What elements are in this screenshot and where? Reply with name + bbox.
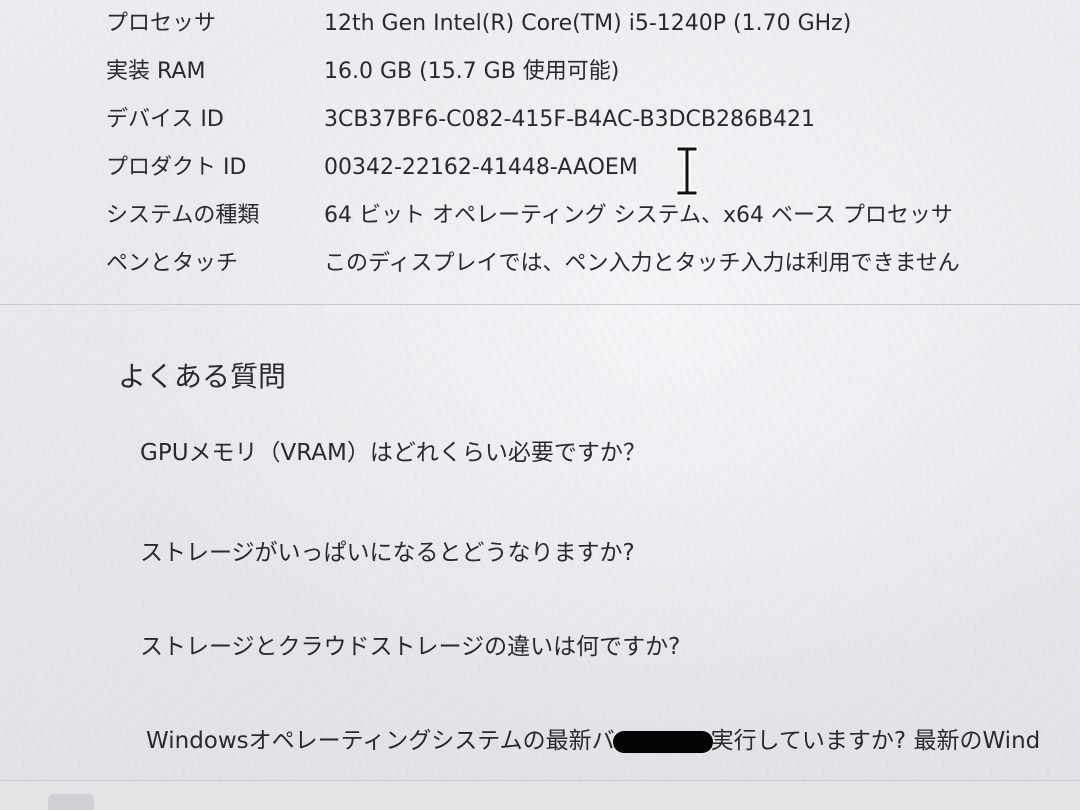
faq-item-gpu-memory[interactable]: GPUメモリ（VRAM）はどれくらい必要ですか？ bbox=[140, 428, 646, 478]
spec-value[interactable]: 64 ビット オペレーティング システム、x64 ベース プロセッサ bbox=[324, 192, 953, 240]
spec-value[interactable]: 00342-22162-41448-AAOEM bbox=[324, 144, 638, 192]
spec-row-processor: プロセッサ 12th Gen Intel(R) Core(TM) i5-1240… bbox=[0, 0, 1080, 48]
settings-screen: プロセッサ 12th Gen Intel(R) Core(TM) i5-1240… bbox=[0, 0, 1080, 810]
spec-row-product-id: プロダクト ID 00342-22162-41448-AAOEM bbox=[0, 144, 1080, 192]
spec-row-system-type: システムの種類 64 ビット オペレーティング システム、x64 ベース プロセ… bbox=[0, 192, 1080, 240]
faq-item-latest-windows[interactable]: Windowsオペレーティングシステムの最新バ 実行していますか? 最新のWind bbox=[146, 716, 1080, 766]
spec-value[interactable]: このディスプレイでは、ペン入力とタッチ入力は利用できません bbox=[324, 240, 960, 288]
partial-icon bbox=[48, 794, 94, 810]
spec-row-pen-touch: ペンとタッチ このディスプレイでは、ペン入力とタッチ入力は利用できません bbox=[0, 240, 1080, 288]
spec-row-device-id: デバイス ID 3CB37BF6-C082-415F-B4AC-B3DCB286… bbox=[0, 96, 1080, 144]
text-cursor-icon bbox=[676, 146, 698, 196]
faq-item-text-end: 実行していますか? 最新のWind bbox=[710, 728, 1041, 754]
device-specifications: プロセッサ 12th Gen Intel(R) Core(TM) i5-1240… bbox=[0, 0, 1080, 305]
faq-item-cloud-storage[interactable]: ストレージとクラウドストレージの違いは何ですか? bbox=[140, 622, 680, 672]
spec-label: システムの種類 bbox=[106, 203, 260, 228]
spec-value[interactable]: 16.0 GB (15.7 GB 使用可能) bbox=[324, 48, 619, 96]
spec-label: ペンとタッチ bbox=[106, 251, 239, 276]
spec-row-ram: 実装 RAM 16.0 GB (15.7 GB 使用可能) bbox=[0, 48, 1080, 96]
bottom-divider bbox=[0, 780, 1080, 810]
faq-heading: よくある質問 bbox=[118, 360, 287, 393]
spec-label: 実装 RAM bbox=[106, 59, 206, 84]
spec-value[interactable]: 3CB37BF6-C082-415F-B4AC-B3DCB286B421 bbox=[324, 96, 815, 144]
spec-label: プロダクト ID bbox=[106, 155, 247, 180]
spec-value[interactable]: 12th Gen Intel(R) Core(TM) i5-1240P (1.7… bbox=[324, 0, 851, 48]
spec-label: デバイス ID bbox=[106, 107, 224, 132]
redaction-mark bbox=[612, 730, 713, 753]
faq-item-storage-full[interactable]: ストレージがいっぱいになるとどうなりますか? bbox=[140, 528, 635, 578]
spec-label: プロセッサ bbox=[106, 11, 217, 36]
faq-item-text-start: Windowsオペレーティングシステムの最新バ bbox=[146, 728, 615, 754]
